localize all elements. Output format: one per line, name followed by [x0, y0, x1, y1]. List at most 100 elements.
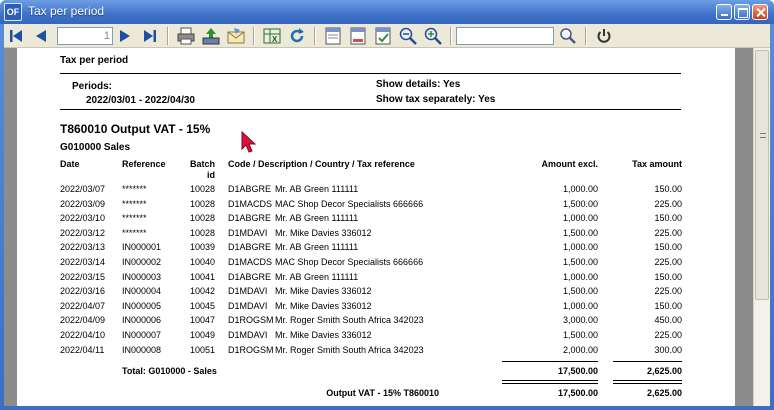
row-code: D1ABGRE [228, 184, 272, 194]
row-batch: 10045 [189, 300, 215, 311]
layout-icon[interactable] [323, 26, 343, 46]
minimize-button[interactable] [716, 4, 732, 20]
layout-check-icon[interactable] [373, 26, 393, 46]
row-description: Mr. Roger Smith South Africa 342023 [275, 315, 424, 326]
subtotal-amount: 17,500.00 [557, 366, 598, 376]
row-description: Mr. Mike Davies 336012 [275, 300, 372, 311]
show-details: Show details: Yes [376, 79, 461, 90]
subtotal-label: Total: G010000 - Sales [122, 366, 217, 376]
subtotal-rule-tax [613, 361, 682, 362]
zoom-in-icon[interactable] [423, 26, 443, 46]
app-icon: OF [4, 3, 22, 21]
total-rule-tax [613, 380, 682, 381]
row-reference: ******* [122, 184, 147, 194]
zoom-out-icon[interactable] [398, 26, 418, 46]
row-description: Mr. AB Green 111111 [275, 271, 359, 282]
layout-header-icon[interactable] [348, 26, 368, 46]
title-bar[interactable]: OF Tax per period [0, 0, 774, 24]
row-amount: 3,000.00 [562, 315, 598, 326]
search-icon[interactable] [558, 26, 578, 46]
row-code: D1ABGRE [228, 242, 272, 253]
row-reference: ******* [122, 213, 147, 224]
report-viewport[interactable]: Tax per period Periods: 2022/03/01 - 202… [4, 48, 770, 406]
row-code: D1MDAVI [228, 300, 268, 311]
account-heading: G010000 Sales [60, 142, 131, 153]
col-code: Code / Description / Country / Tax refer… [228, 159, 415, 169]
periods-value: 2022/03/01 - 2022/04/30 [86, 95, 195, 106]
total-rule-amount-2 [502, 383, 598, 384]
row-date: 2022/03/07 [60, 184, 106, 194]
row-date: 2022/03/14 [60, 257, 106, 267]
row-amount: 1,000.00 [562, 271, 598, 282]
row-amount: 1,500.00 [562, 227, 598, 238]
row-batch: 10039 [189, 242, 215, 253]
refresh-icon[interactable] [287, 26, 307, 46]
row-description: Mr. AB Green 111111 [275, 242, 359, 253]
close-button[interactable] [752, 4, 768, 20]
row-amount: 1,500.00 [562, 198, 598, 209]
row-description: Mr. AB Green 111111 [275, 184, 359, 194]
prev-page-icon[interactable] [31, 26, 51, 46]
row-date: 2022/03/10 [60, 213, 106, 224]
total-rule-amount [502, 380, 598, 381]
row-code: D1ROGSM [228, 344, 274, 355]
row-batch: 10051 [189, 344, 215, 355]
row-reference: IN000001 [122, 242, 162, 253]
tax-heading: T860010 Output VAT - 15% [60, 122, 211, 136]
row-date: 2022/04/11 [60, 344, 105, 355]
row-batch: 10028 [189, 198, 215, 209]
row-date: 2022/03/16 [60, 286, 106, 297]
row-description: Mr. Roger Smith South Africa 342023 [275, 344, 424, 355]
row-amount: 1,000.00 [562, 242, 598, 253]
total-rule-tax-2 [613, 383, 682, 384]
vertical-scrollbar[interactable] [753, 48, 770, 406]
row-date: 2022/03/09 [60, 198, 106, 209]
total-amount: 17,500.00 [557, 388, 598, 398]
row-reference: IN000005 [122, 300, 162, 311]
last-page-icon[interactable] [140, 26, 160, 46]
row-amount: 1,000.00 [562, 300, 598, 311]
print-icon[interactable] [176, 26, 196, 46]
row-tax: 225.00 [654, 198, 682, 209]
row-reference: IN000003 [122, 271, 162, 282]
export-icon[interactable] [201, 26, 221, 46]
maximize-button[interactable] [734, 4, 750, 20]
row-description: Mr. Mike Davies 336012 [275, 286, 372, 297]
row-tax: 150.00 [654, 300, 682, 311]
row-amount: 1,500.00 [562, 257, 598, 267]
row-batch: 10042 [189, 286, 215, 297]
email-icon[interactable] [226, 26, 246, 46]
first-page-icon[interactable] [6, 26, 26, 46]
col-batch: Batch [189, 159, 215, 169]
row-code: D1MDAVI [228, 227, 268, 238]
total-label: Output VAT - 15% T860010 [326, 388, 439, 398]
col-tax: Tax amount [632, 159, 682, 169]
power-icon[interactable] [594, 26, 614, 46]
excel-icon[interactable]: X [262, 26, 282, 46]
row-code: D1MACDS [228, 198, 273, 209]
row-batch: 10049 [189, 330, 215, 340]
next-page-icon[interactable] [115, 26, 135, 46]
row-tax: 300.00 [654, 344, 682, 355]
row-batch: 10041 [189, 271, 215, 282]
row-batch: 10028 [189, 184, 215, 194]
search-input[interactable] [456, 27, 554, 45]
col-batch-id: id [207, 170, 215, 180]
row-description: Mr. Mike Davies 336012 [275, 330, 372, 340]
mouse-cursor-icon [241, 131, 257, 153]
row-tax: 225.00 [654, 227, 682, 238]
row-code: D1ABGRE [228, 213, 272, 224]
page-number-input[interactable] [57, 27, 113, 45]
row-batch: 10028 [189, 227, 215, 238]
svg-text:X: X [272, 35, 278, 44]
row-tax: 150.00 [654, 184, 682, 194]
col-date: Date [60, 159, 80, 169]
row-tax: 150.00 [654, 242, 682, 253]
window-title: Tax per period [28, 4, 105, 18]
row-description: Mr. Mike Davies 336012 [275, 227, 372, 238]
row-code: D1MACDS [228, 257, 273, 267]
scrollbar-thumb[interactable] [755, 50, 769, 300]
periods-label: Periods: [72, 81, 113, 92]
subtotal-tax: 2,625.00 [646, 366, 682, 376]
row-reference: IN000002 [122, 257, 162, 267]
